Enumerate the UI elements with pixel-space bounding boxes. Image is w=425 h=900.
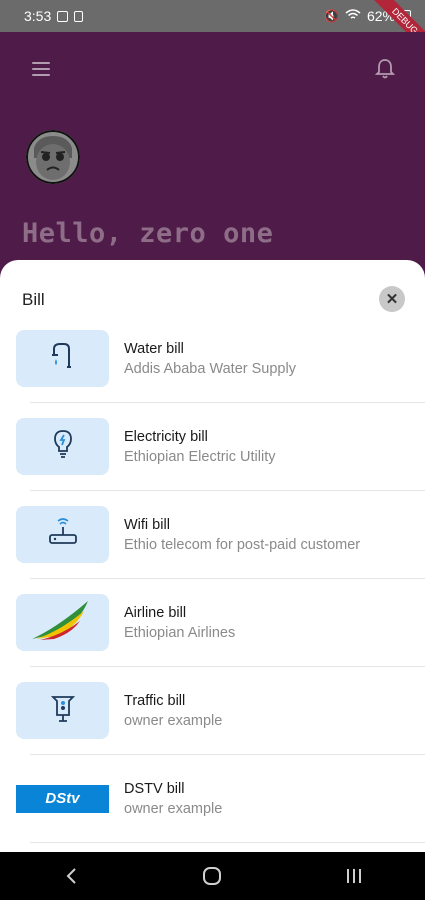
- wifi-signal-icon: [345, 8, 361, 24]
- bill-provider: owner example: [124, 801, 223, 817]
- bill-thumb: [16, 418, 109, 475]
- greeting-text: Hello, zero one: [22, 218, 274, 249]
- divider: [30, 666, 425, 667]
- bill-name: Airline bill: [124, 605, 187, 621]
- faucet-icon: [50, 341, 76, 376]
- sheet-title: Bill: [22, 290, 45, 309]
- divider: [30, 842, 425, 843]
- back-icon[interactable]: [51, 856, 91, 896]
- divider: [30, 490, 425, 491]
- notification-bell-icon[interactable]: [375, 58, 395, 80]
- bill-provider: Ethiopian Airlines: [124, 625, 236, 641]
- bill-thumb: [16, 594, 109, 651]
- gallery-notification-icon: [57, 10, 69, 22]
- bill-thumb: [16, 506, 109, 563]
- sheet-header: Bill ✕: [0, 260, 425, 330]
- close-button[interactable]: ✕: [379, 286, 405, 312]
- bill-thumb: [16, 330, 109, 387]
- bill-item-water[interactable]: Water bill Addis Ababa Water Supply: [0, 330, 425, 418]
- status-bar: 3:53 🔇 62% DEBUG: [0, 0, 425, 56]
- dstv-logo: DStv: [16, 784, 109, 813]
- home-screen: Hello, zero one Bill ✕ Water bill Addis …: [0, 32, 425, 852]
- bill-name: DSTV bill: [124, 781, 185, 797]
- bill-name: Water bill: [124, 341, 184, 357]
- avatar[interactable]: [26, 130, 80, 184]
- lightbulb-icon: [52, 429, 74, 464]
- bill-bottom-sheet: Bill ✕ Water bill Addis Ababa Water Supp…: [0, 260, 425, 852]
- bill-item-wifi[interactable]: Wifi bill Ethio telecom for post-paid cu…: [0, 506, 425, 594]
- bill-provider: Ethiopian Electric Utility: [124, 449, 276, 465]
- bill-thumb: [16, 682, 109, 739]
- divider: [30, 402, 425, 403]
- mute-icon: 🔇: [324, 9, 339, 23]
- bill-name: Electricity bill: [124, 429, 208, 445]
- bill-name: Wifi bill: [124, 517, 170, 533]
- app-bar: [0, 32, 425, 106]
- airline-logo: [28, 597, 98, 648]
- divider: [30, 578, 425, 579]
- bill-provider: Addis Ababa Water Supply: [124, 361, 296, 377]
- sim-notification-icon: [74, 10, 84, 22]
- bill-list: Water bill Addis Ababa Water Supply Elec…: [0, 330, 425, 852]
- bill-provider: owner example: [124, 713, 223, 729]
- bill-item-dstv[interactable]: DStv DSTV bill owner example: [0, 770, 425, 852]
- bill-provider: Ethio telecom for post-paid customer: [124, 537, 361, 553]
- divider: [30, 754, 425, 755]
- bill-thumb: DStv: [16, 770, 109, 827]
- system-nav-bar: [0, 852, 425, 900]
- router-icon: [47, 517, 79, 552]
- home-icon[interactable]: [192, 856, 232, 896]
- menu-icon[interactable]: [32, 62, 50, 76]
- recent-apps-icon[interactable]: [334, 856, 374, 896]
- bill-name: Traffic bill: [124, 693, 186, 709]
- bill-item-traffic[interactable]: Traffic bill owner example: [0, 682, 425, 770]
- dstv-logo-text: DStv: [45, 790, 80, 807]
- status-time: 3:53: [24, 8, 52, 24]
- bill-item-electricity[interactable]: Electricity bill Ethiopian Electric Util…: [0, 418, 425, 506]
- traffic-light-icon: [50, 693, 75, 728]
- bill-item-airline[interactable]: Airline bill Ethiopian Airlines: [0, 594, 425, 682]
